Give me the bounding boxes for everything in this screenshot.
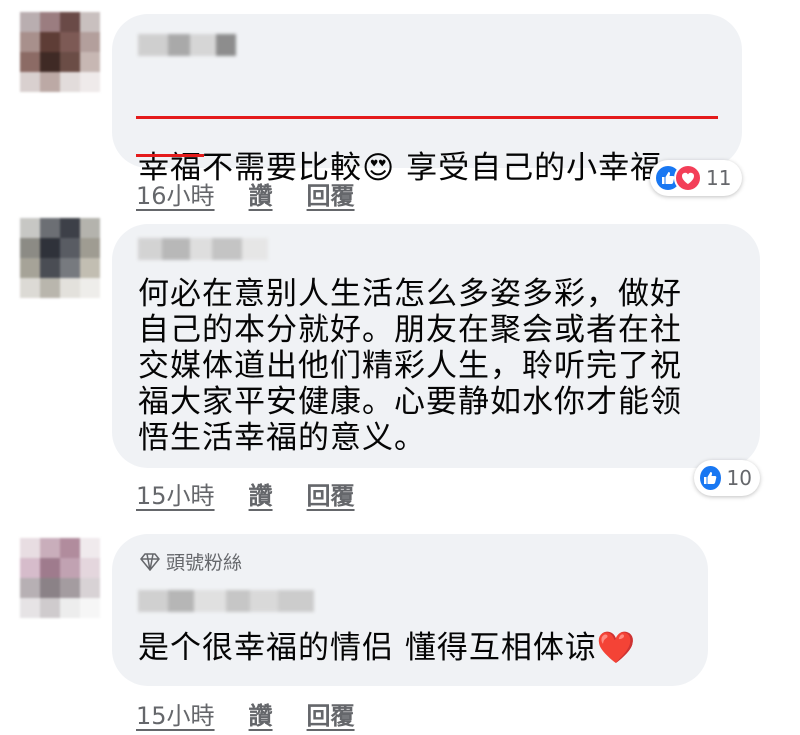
comment-actions: 15小時 讚 回覆 [136, 476, 355, 511]
commenter-name[interactable] [138, 590, 314, 612]
avatar[interactable] [20, 12, 100, 92]
commenter-name[interactable] [138, 238, 268, 260]
like-reaction-icon [698, 464, 723, 492]
reply-button[interactable]: 回覆 [307, 696, 355, 731]
love-reaction-icon [674, 164, 702, 192]
comment-actions: 15小時 讚 回覆 [136, 696, 355, 731]
comment-bubble: 頭號粉絲 是个很幸福的情侣 懂得互相体谅❤️ [112, 534, 708, 686]
comment-text: 何必在意别人生活怎么多姿多彩，做好 自己的本分就好。朋友在聚会或者在社 交媒体道… [138, 276, 682, 456]
diamond-icon [140, 552, 160, 571]
timestamp-link[interactable]: 16小時 [136, 176, 215, 211]
reaction-summary[interactable]: 11 [650, 160, 742, 196]
commenter-name[interactable] [138, 34, 236, 56]
comment-bubble: 幸福不需要比較😍 享受自己的小幸福 就好 [112, 14, 742, 294]
comment-actions: 16小時 讚 回覆 [136, 176, 355, 211]
reaction-count: 11 [706, 166, 732, 190]
avatar[interactable] [20, 538, 100, 618]
highlight-underline [136, 116, 718, 119]
reply-button[interactable]: 回覆 [307, 476, 355, 511]
comment-text: 是个很幸福的情侣 懂得互相体谅❤️ [138, 630, 637, 666]
like-button[interactable]: 讚 [249, 176, 273, 211]
reaction-summary[interactable]: 10 [694, 460, 760, 496]
avatar[interactable] [20, 218, 100, 298]
like-button[interactable]: 讚 [249, 696, 273, 731]
timestamp-link[interactable]: 15小時 [136, 696, 215, 731]
reaction-count: 10 [726, 466, 752, 490]
top-fan-badge: 頭號粉絲 [140, 548, 242, 575]
comment-bubble: 何必在意别人生活怎么多姿多彩，做好 自己的本分就好。朋友在聚会或者在社 交媒体道… [112, 224, 760, 468]
reply-button[interactable]: 回覆 [307, 176, 355, 211]
timestamp-link[interactable]: 15小時 [136, 476, 215, 511]
like-button[interactable]: 讚 [249, 476, 273, 511]
badge-label: 頭號粉絲 [166, 552, 243, 574]
highlight-underline [136, 154, 204, 157]
